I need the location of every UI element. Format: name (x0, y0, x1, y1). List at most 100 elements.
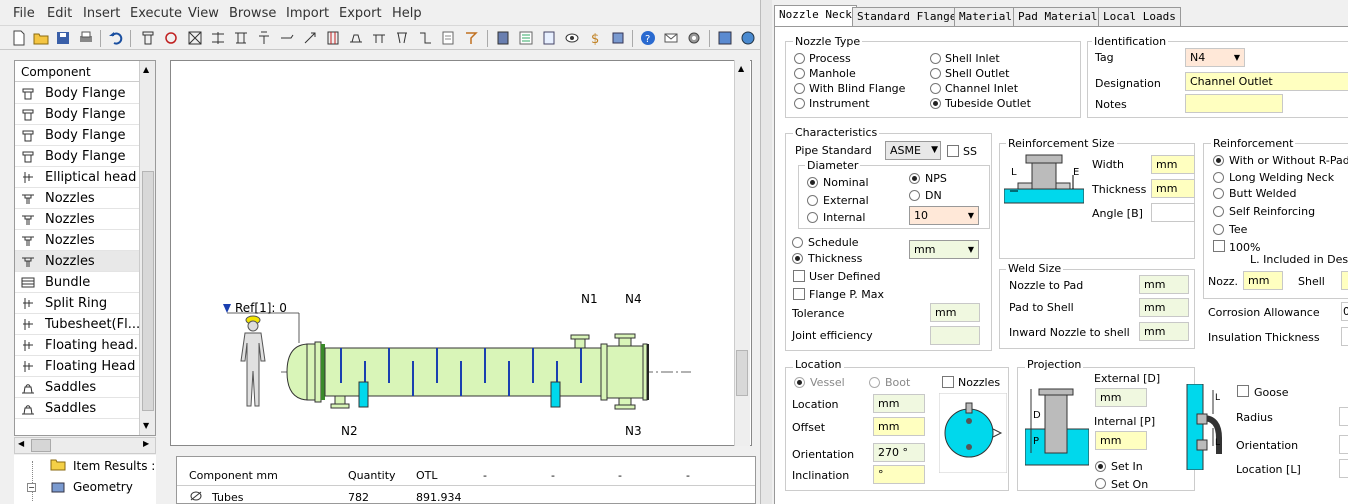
nozzle-tool-icon[interactable] (256, 30, 272, 46)
document-icon[interactable] (541, 30, 557, 46)
flange-tool-icon[interactable] (140, 30, 156, 46)
tab-local-loads[interactable]: Local Loads (1098, 7, 1181, 26)
mail-icon[interactable] (663, 30, 679, 46)
radio-schedule[interactable] (792, 237, 803, 248)
ss-checkbox[interactable] (947, 145, 959, 157)
joint-efficiency-field[interactable] (930, 326, 980, 345)
radio-butt-welded[interactable] (1213, 188, 1224, 199)
thickness-unit-select[interactable]: mm ▼ (909, 240, 979, 259)
radio-set-in[interactable] (1095, 461, 1106, 472)
internal-field[interactable]: mm (1095, 431, 1147, 450)
component-tree-item[interactable]: Body Flange (15, 104, 139, 125)
tab-nozzle-neck[interactable]: Nozzle Neck (774, 5, 857, 27)
radio-internal[interactable] (807, 212, 818, 223)
radio-set-on[interactable] (1095, 478, 1106, 489)
table-header[interactable]: Quantity (348, 469, 396, 482)
drawing-scroll-thumb[interactable] (736, 350, 748, 396)
list-icon[interactable] (518, 30, 534, 46)
arrow-tool-icon[interactable] (302, 30, 318, 46)
support-tool-icon[interactable] (233, 30, 249, 46)
radio-process[interactable] (794, 53, 805, 64)
flange-pmax-checkbox[interactable] (793, 288, 805, 300)
component-tree-item[interactable]: Tubesheet(Fl... (15, 314, 140, 335)
radio-external[interactable] (807, 195, 818, 206)
goose-checkbox[interactable] (1237, 385, 1249, 397)
table-header[interactable]: - (618, 469, 622, 482)
new-file-icon[interactable] (11, 30, 27, 46)
bundle-tool-icon[interactable] (325, 30, 341, 46)
item-results-node[interactable]: Item Results : (73, 459, 155, 473)
cost-icon[interactable]: $ (587, 30, 603, 46)
component-tree-header[interactable]: Component (15, 61, 139, 82)
external-field[interactable]: mm (1095, 388, 1147, 407)
reinf-thickness-field[interactable]: mm (1151, 179, 1195, 198)
inclination-field[interactable]: ° (873, 465, 925, 484)
rotate-tool-icon[interactable] (163, 30, 179, 46)
report-tool-icon[interactable] (440, 30, 456, 46)
component-tree-item[interactable]: Elliptical head (15, 167, 139, 188)
table-header[interactable]: - (483, 469, 487, 482)
radio-nominal[interactable] (807, 177, 818, 188)
settings-tool-icon[interactable] (463, 30, 479, 46)
radio-thickness[interactable] (792, 253, 803, 264)
component-tree-item[interactable]: Bundle (15, 272, 139, 293)
menu-file[interactable]: File (13, 6, 35, 21)
pipe-tool-icon[interactable] (279, 30, 295, 46)
gear-icon[interactable] (686, 30, 702, 46)
pipe-standard-select[interactable]: ASME ▼ (885, 141, 941, 160)
menu-import[interactable]: Import (286, 6, 329, 21)
goose-orientation-field[interactable] (1339, 435, 1348, 454)
radio-vessel[interactable] (794, 377, 805, 388)
nozzle-label-n2[interactable]: N2 (341, 424, 358, 438)
table-header[interactable]: - (686, 469, 690, 482)
component-tree-item[interactable]: Floating Head (15, 356, 139, 377)
radio-with-without-rpad[interactable] (1213, 155, 1224, 166)
split-tool-icon[interactable] (210, 30, 226, 46)
component-tree-hscroll[interactable]: ◀ ▶ (14, 437, 156, 454)
menu-help[interactable]: Help (392, 6, 422, 21)
view-eye-icon[interactable] (564, 30, 580, 46)
component-tree-item[interactable]: Floating head... (15, 335, 146, 356)
tolerance-field[interactable]: mm (930, 303, 980, 322)
menu-execute[interactable]: Execute (130, 6, 182, 21)
vessel-drawing-canvas[interactable]: Ref[1]: 0 N1 N4 N2 N3 (170, 60, 752, 446)
angle-field[interactable] (1151, 203, 1195, 222)
open-folder-icon[interactable] (33, 30, 49, 46)
orientation-field[interactable]: 270 ° (873, 443, 925, 462)
user-defined-checkbox[interactable] (793, 270, 805, 282)
goose-location-field[interactable] (1339, 459, 1348, 478)
designation-field[interactable]: Channel Outlet (1185, 72, 1348, 91)
menu-edit[interactable]: Edit (47, 6, 72, 21)
radio-shell-outlet[interactable] (930, 68, 941, 79)
component-tree-scrollbar[interactable]: ▲ ▼ (139, 61, 155, 435)
component-tree-item[interactable]: Nozzles (15, 230, 139, 251)
tab-standard-flange[interactable]: Standard Flange (852, 7, 962, 26)
radio-channel-inlet[interactable] (930, 83, 941, 94)
offset-field[interactable]: mm (873, 417, 925, 436)
tag-select[interactable]: N4 ▼ (1185, 48, 1245, 67)
skirt-tool-icon[interactable] (417, 30, 433, 46)
menu-view[interactable]: View (188, 6, 219, 21)
image-icon[interactable] (717, 30, 733, 46)
pad-to-shell-field[interactable]: mm (1139, 298, 1189, 317)
menu-insert[interactable]: Insert (83, 6, 120, 21)
radio-instrument[interactable] (794, 98, 805, 109)
reinf-width-field[interactable]: mm (1151, 155, 1195, 174)
component-tree-item[interactable]: Nozzles (15, 209, 139, 230)
insulation-field[interactable] (1341, 327, 1348, 346)
table-header[interactable]: OTL (416, 469, 438, 482)
size-select[interactable]: 10 ▼ (909, 206, 979, 225)
undo-icon[interactable] (108, 30, 124, 46)
nozzle-to-pad-field[interactable]: mm (1139, 275, 1189, 294)
lug-tool-icon[interactable] (371, 30, 387, 46)
hscroll-thumb[interactable] (31, 439, 51, 452)
component-tree-item[interactable]: Saddles (15, 377, 139, 398)
radio-long-welding-neck[interactable] (1213, 172, 1224, 183)
shell-field[interactable] (1341, 271, 1348, 290)
component-tree-item[interactable]: Nozzles (15, 251, 139, 272)
globe-icon[interactable] (740, 30, 756, 46)
scroll-up-arrow-icon[interactable]: ▲ (143, 65, 149, 74)
location-field[interactable]: mm (873, 394, 925, 413)
goose-radius-field[interactable] (1339, 407, 1348, 426)
scroll-down-arrow-icon[interactable]: ▼ (143, 421, 149, 430)
